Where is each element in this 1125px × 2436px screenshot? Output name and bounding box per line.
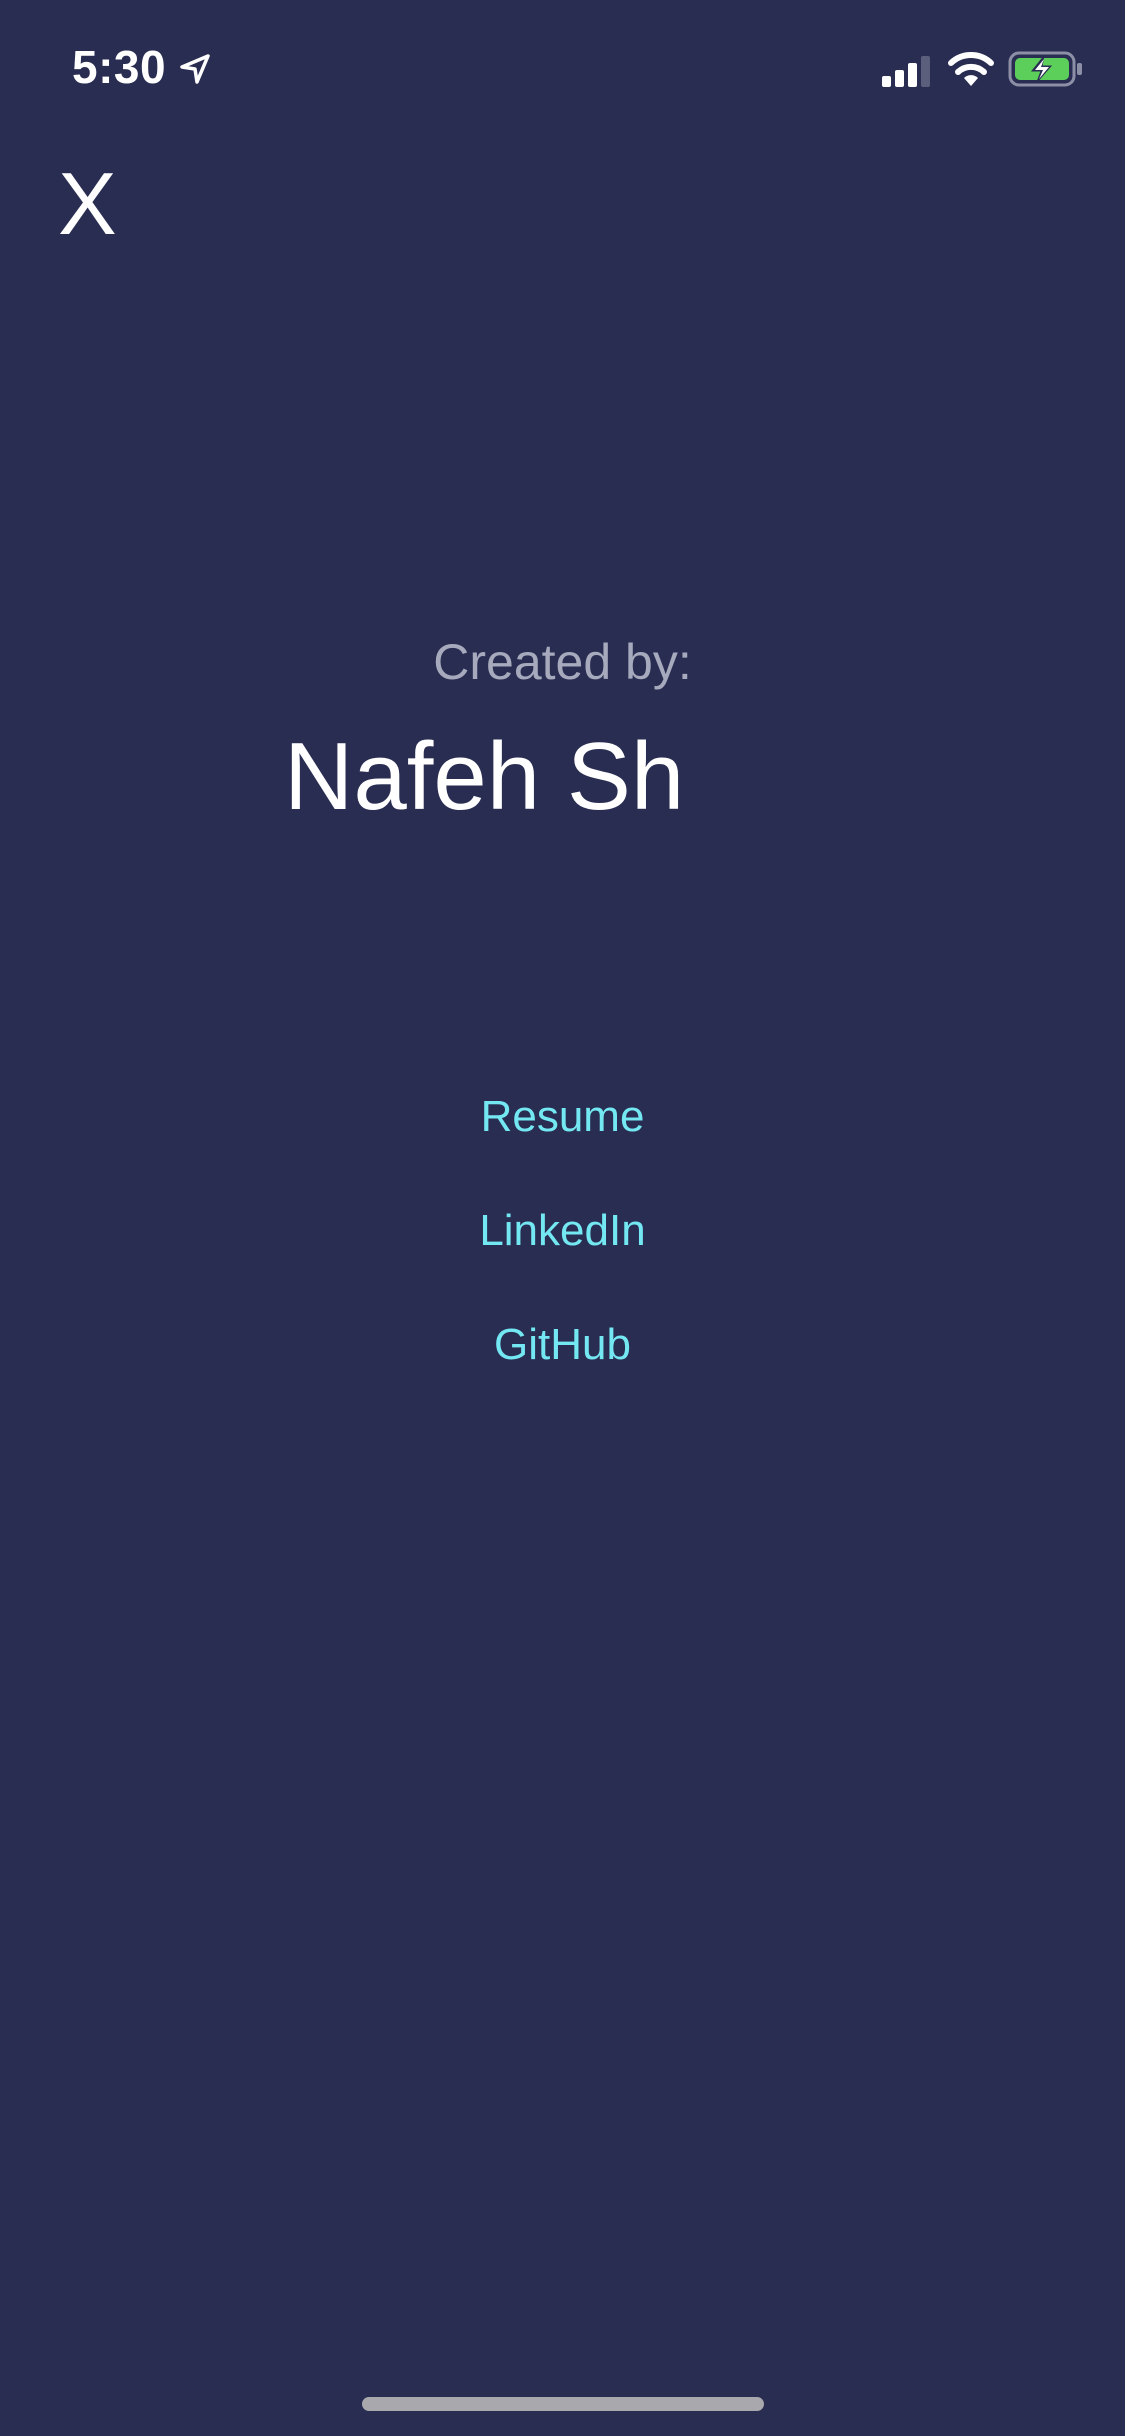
github-link[interactable]: GitHub: [0, 1320, 1125, 1370]
about-screen: 5:30 X Created by: Nafeh Sh Resume Linke…: [0, 0, 1125, 2436]
wifi-icon: [948, 52, 994, 86]
battery-charging-icon: [1008, 51, 1082, 87]
linkedin-link[interactable]: LinkedIn: [0, 1206, 1125, 1256]
close-button[interactable]: X: [58, 156, 154, 252]
location-arrow-icon: [180, 54, 210, 84]
status-bar: 5:30: [0, 0, 1125, 140]
home-indicator[interactable]: [362, 2397, 764, 2411]
created-by-label: Created by:: [433, 634, 692, 690]
cellular-signal-icon: [882, 56, 930, 87]
resume-link[interactable]: Resume: [0, 1092, 1125, 1142]
author-name: Nafeh Sh: [284, 723, 685, 830]
status-time: 5:30: [72, 41, 167, 93]
